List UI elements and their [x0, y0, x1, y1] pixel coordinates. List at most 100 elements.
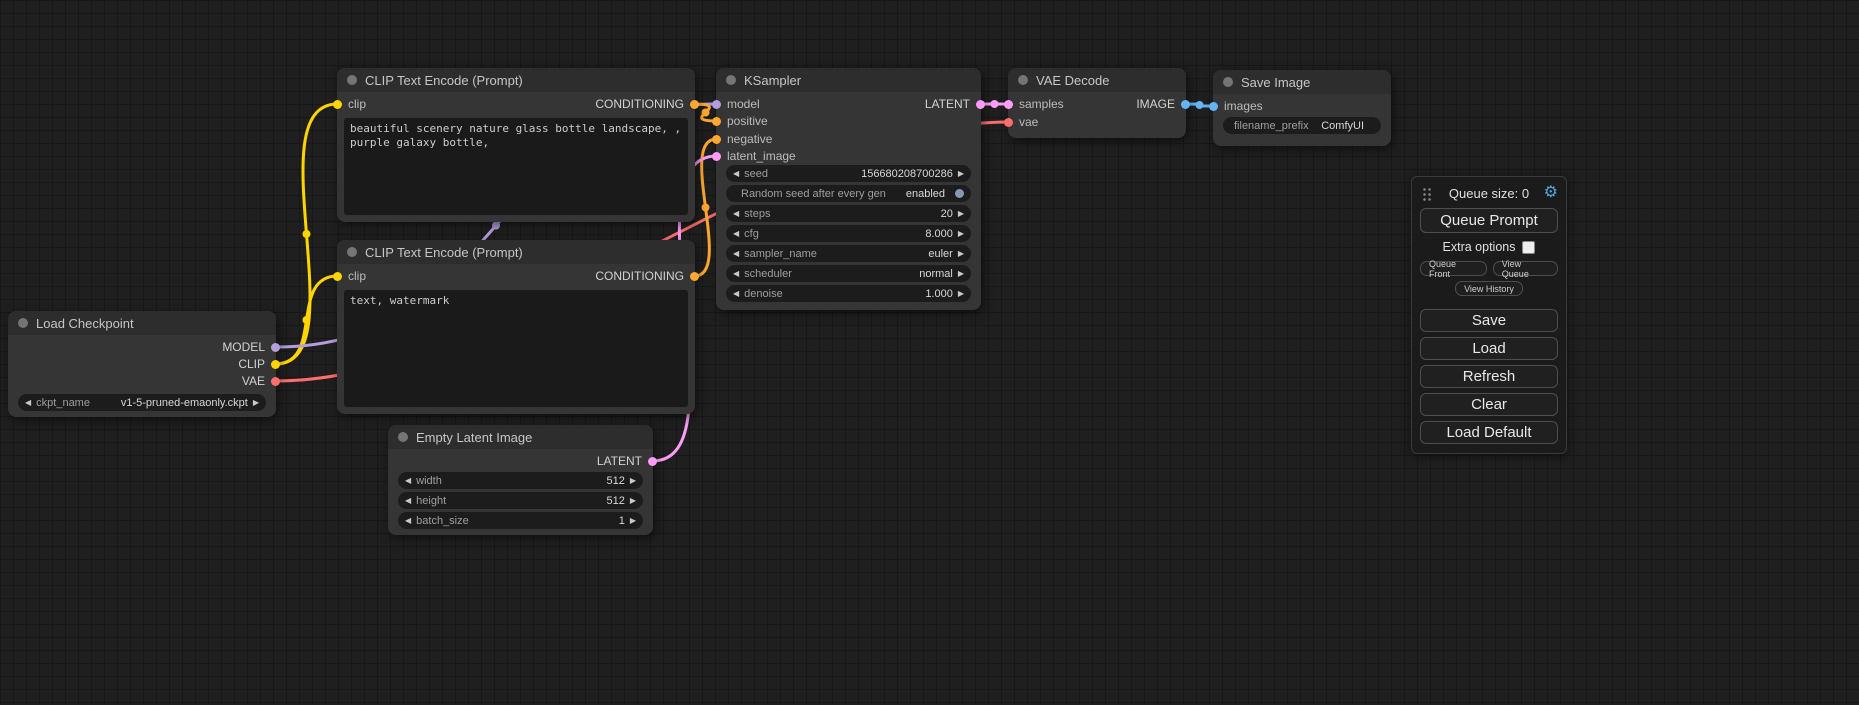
node-title-label: Save Image [1241, 75, 1310, 90]
input-slot-label: images [1224, 99, 1263, 113]
node-load-checkpoint[interactable]: Load Checkpoint MODEL CLIP VAE ◀ ckpt_na… [8, 311, 276, 417]
queue-menu-header: Queue size: 0 ⚙ [1420, 183, 1558, 203]
view-history-button[interactable]: View History [1455, 281, 1523, 296]
collapse-dot[interactable] [726, 75, 736, 85]
input-slot-clip: clip [333, 96, 366, 112]
slot-ksampler-in-positive[interactable] [712, 117, 721, 126]
decrement-arrow-icon[interactable]: ◀ [733, 270, 739, 278]
increment-arrow-icon[interactable]: ▶ [958, 210, 964, 218]
widget-filename-prefix[interactable]: filename_prefix ComfyUI [1223, 117, 1381, 134]
slot-ksampler-in-negative[interactable] [712, 135, 721, 144]
load-button[interactable]: Load [1420, 337, 1558, 360]
node-ksampler[interactable]: KSampler model LATENT positive negative … [716, 68, 981, 310]
widget-scheduler[interactable]: ◀ scheduler normal ▶ [726, 265, 971, 282]
collapse-dot[interactable] [1018, 75, 1028, 85]
node-save-image[interactable]: Save Image images filename_prefix ComfyU… [1213, 70, 1391, 146]
node-title-label: CLIP Text Encode (Prompt) [365, 245, 523, 260]
widget-random-seed-toggle[interactable]: Random seed after every gen enabled [726, 185, 971, 202]
view-queue-button[interactable]: View Queue [1493, 261, 1558, 276]
widget-value: 1 [619, 515, 625, 527]
save-button[interactable]: Save [1420, 309, 1558, 332]
decrement-arrow-icon[interactable]: ◀ [25, 399, 31, 407]
slot-load-checkpoint-out-vae[interactable] [271, 377, 280, 386]
decrement-arrow-icon[interactable]: ◀ [733, 170, 739, 178]
output-slot-label: CLIP [238, 357, 265, 371]
prompt-textarea-positive[interactable]: beautiful scenery nature glass bottle la… [344, 118, 688, 215]
increment-arrow-icon[interactable]: ▶ [958, 170, 964, 178]
slot-clip-pos-out-conditioning[interactable] [690, 100, 699, 109]
node-graph-canvas[interactable]: { "icons": { "left_arrow": "◀", "right_a… [0, 0, 1859, 705]
decrement-arrow-icon[interactable]: ◀ [733, 230, 739, 238]
queue-front-button[interactable]: Queue Front [1420, 261, 1487, 276]
decrement-arrow-icon[interactable]: ◀ [405, 497, 411, 505]
collapse-dot[interactable] [347, 75, 357, 85]
settings-gear-icon[interactable]: ⚙ [1544, 183, 1558, 203]
increment-arrow-icon[interactable]: ▶ [958, 250, 964, 258]
widget-width[interactable]: ◀ width 512 ▶ [398, 472, 643, 489]
increment-arrow-icon[interactable]: ▶ [253, 399, 259, 407]
collapse-dot[interactable] [18, 318, 28, 328]
input-slot-label: model [727, 97, 760, 111]
widget-value: normal [919, 268, 953, 280]
increment-arrow-icon[interactable]: ▶ [630, 517, 636, 525]
increment-arrow-icon[interactable]: ▶ [958, 270, 964, 278]
load-default-button[interactable]: Load Default [1420, 421, 1558, 444]
node-title-bar[interactable]: VAE Decode [1008, 68, 1186, 92]
increment-arrow-icon[interactable]: ▶ [630, 497, 636, 505]
slot-load-checkpoint-out-clip[interactable] [271, 360, 280, 369]
increment-arrow-icon[interactable]: ▶ [958, 290, 964, 298]
node-empty-latent-image[interactable]: Empty Latent Image LATENT ◀ width 512 ▶ … [388, 425, 653, 535]
collapse-dot[interactable] [1223, 77, 1233, 87]
decrement-arrow-icon[interactable]: ◀ [733, 210, 739, 218]
queue-prompt-button[interactable]: Queue Prompt [1420, 208, 1558, 233]
slot-ksampler-out-latent[interactable] [976, 100, 985, 109]
refresh-button[interactable]: Refresh [1420, 365, 1558, 388]
node-title-bar[interactable]: CLIP Text Encode (Prompt) [337, 240, 695, 264]
decrement-arrow-icon[interactable]: ◀ [405, 517, 411, 525]
slot-clip-neg-out-conditioning[interactable] [690, 272, 699, 281]
slot-clip-pos-in-clip[interactable] [333, 100, 342, 109]
node-title-bar[interactable]: KSampler [716, 68, 981, 92]
node-title-bar[interactable]: Empty Latent Image [388, 425, 653, 449]
collapse-dot[interactable] [347, 247, 357, 257]
slot-load-checkpoint-out-model[interactable] [271, 343, 280, 352]
slot-vae-decode-in-samples[interactable] [1004, 100, 1013, 109]
output-slot-conditioning: CONDITIONING [595, 268, 699, 284]
drag-handle-icon[interactable] [1422, 187, 1432, 201]
collapse-dot[interactable] [398, 432, 408, 442]
clear-button[interactable]: Clear [1420, 393, 1558, 416]
widget-batch-size[interactable]: ◀ batch_size 1 ▶ [398, 512, 643, 529]
widget-denoise[interactable]: ◀ denoise 1.000 ▶ [726, 285, 971, 302]
widget-cfg[interactable]: ◀ cfg 8.000 ▶ [726, 225, 971, 242]
slot-vae-decode-in-vae[interactable] [1004, 118, 1013, 127]
node-vae-decode[interactable]: VAE Decode samples IMAGE vae [1008, 68, 1186, 138]
node-title-bar[interactable]: CLIP Text Encode (Prompt) [337, 68, 695, 92]
node-title-bar[interactable]: Load Checkpoint [8, 311, 276, 335]
widget-value: 1.000 [925, 288, 953, 300]
node-clip-text-encode-negative[interactable]: CLIP Text Encode (Prompt) clip CONDITION… [337, 240, 695, 414]
extra-options-checkbox[interactable] [1522, 241, 1535, 254]
slot-clip-neg-in-clip[interactable] [333, 272, 342, 281]
input-slot-images: images [1209, 98, 1263, 114]
widget-height[interactable]: ◀ height 512 ▶ [398, 492, 643, 509]
widget-steps[interactable]: ◀ steps 20 ▶ [726, 205, 971, 222]
node-clip-text-encode-positive[interactable]: CLIP Text Encode (Prompt) clip CONDITION… [337, 68, 695, 222]
decrement-arrow-icon[interactable]: ◀ [733, 290, 739, 298]
slot-ksampler-in-latent-image[interactable] [712, 152, 721, 161]
slot-save-image-in-images[interactable] [1209, 102, 1218, 111]
slot-empty-latent-out-latent[interactable] [648, 457, 657, 466]
increment-arrow-icon[interactable]: ▶ [958, 230, 964, 238]
increment-arrow-icon[interactable]: ▶ [630, 477, 636, 485]
widget-seed[interactable]: ◀ seed 156680208700286 ▶ [726, 165, 971, 182]
node-title-bar[interactable]: Save Image [1213, 70, 1391, 94]
toggle-dot-icon[interactable] [955, 189, 964, 198]
widget-sampler-name[interactable]: ◀ sampler_name euler ▶ [726, 245, 971, 262]
output-slot-label: CONDITIONING [595, 269, 684, 283]
prompt-textarea-negative[interactable]: text, watermark [344, 290, 688, 407]
decrement-arrow-icon[interactable]: ◀ [405, 477, 411, 485]
decrement-arrow-icon[interactable]: ◀ [733, 250, 739, 258]
slot-vae-decode-out-image[interactable] [1181, 100, 1190, 109]
widget-value: 20 [941, 208, 953, 220]
widget-ckpt-name[interactable]: ◀ ckpt_name v1-5-pruned-emaonly.ckpt ▶ [18, 394, 266, 411]
slot-ksampler-in-model[interactable] [712, 100, 721, 109]
